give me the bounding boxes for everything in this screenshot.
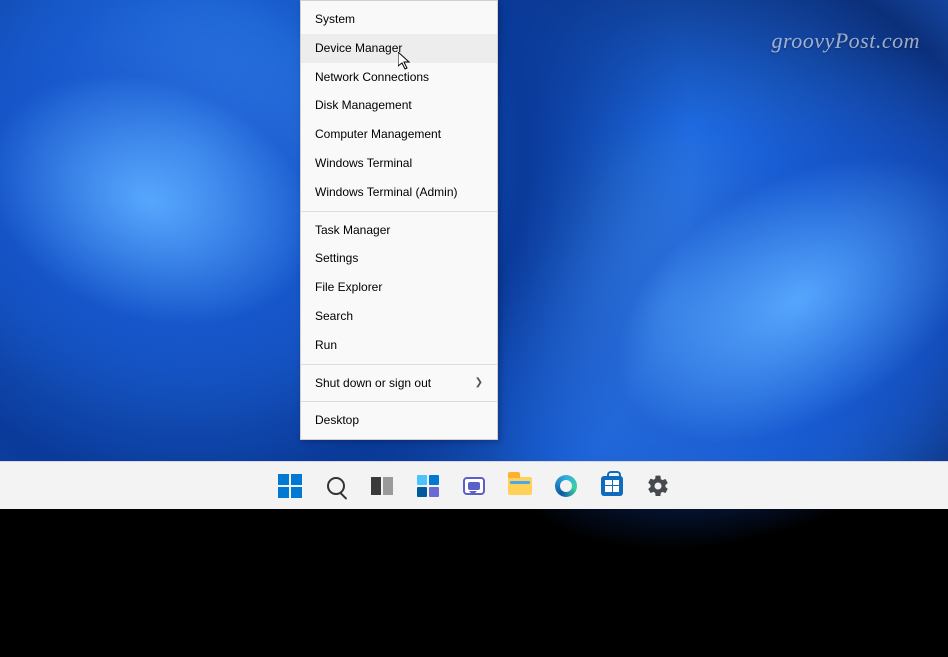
windows-logo-icon bbox=[278, 474, 302, 498]
settings-button[interactable] bbox=[638, 466, 678, 506]
watermark-text: groovyPost.com bbox=[771, 28, 920, 54]
chevron-right-icon: ❯ bbox=[475, 376, 483, 390]
menu-label: Search bbox=[315, 308, 353, 325]
menu-separator bbox=[301, 401, 497, 402]
menu-label: Windows Terminal bbox=[315, 155, 412, 172]
folder-icon bbox=[508, 477, 532, 495]
menu-item-search[interactable]: Search bbox=[301, 302, 497, 331]
menu-separator bbox=[301, 211, 497, 212]
edge-button[interactable] bbox=[546, 466, 586, 506]
menu-item-desktop[interactable]: Desktop bbox=[301, 406, 497, 435]
menu-label: Settings bbox=[315, 250, 358, 267]
edge-icon bbox=[555, 475, 577, 497]
chat-button[interactable] bbox=[454, 466, 494, 506]
search-button[interactable] bbox=[316, 466, 356, 506]
menu-label: Desktop bbox=[315, 412, 359, 429]
file-explorer-button[interactable] bbox=[500, 466, 540, 506]
search-icon bbox=[327, 477, 345, 495]
menu-label: Windows Terminal (Admin) bbox=[315, 184, 457, 201]
menu-item-windows-terminal-admin[interactable]: Windows Terminal (Admin) bbox=[301, 178, 497, 207]
menu-label: Disk Management bbox=[315, 97, 412, 114]
widgets-icon bbox=[417, 475, 439, 497]
task-view-button[interactable] bbox=[362, 466, 402, 506]
winx-context-menu: System Device Manager Network Connection… bbox=[300, 0, 498, 440]
menu-item-shutdown-signout[interactable]: Shut down or sign out ❯ bbox=[301, 369, 497, 398]
menu-item-network-connections[interactable]: Network Connections bbox=[301, 63, 497, 92]
menu-separator bbox=[301, 364, 497, 365]
menu-label: Task Manager bbox=[315, 222, 390, 239]
start-button[interactable] bbox=[270, 466, 310, 506]
menu-item-disk-management[interactable]: Disk Management bbox=[301, 91, 497, 120]
menu-label: Computer Management bbox=[315, 126, 441, 143]
menu-label: Run bbox=[315, 337, 337, 354]
menu-label: Network Connections bbox=[315, 69, 429, 86]
menu-item-file-explorer[interactable]: File Explorer bbox=[301, 273, 497, 302]
menu-item-settings[interactable]: Settings bbox=[301, 244, 497, 273]
menu-label: Shut down or sign out bbox=[315, 375, 431, 392]
taskbar bbox=[0, 461, 948, 509]
menu-item-windows-terminal[interactable]: Windows Terminal bbox=[301, 149, 497, 178]
menu-label: File Explorer bbox=[315, 279, 382, 296]
gear-icon bbox=[646, 474, 670, 498]
menu-item-run[interactable]: Run bbox=[301, 331, 497, 360]
task-view-icon bbox=[371, 477, 393, 495]
menu-item-device-manager[interactable]: Device Manager bbox=[301, 34, 497, 63]
chat-icon bbox=[463, 477, 485, 495]
widgets-button[interactable] bbox=[408, 466, 448, 506]
menu-item-system[interactable]: System bbox=[301, 5, 497, 34]
menu-item-computer-management[interactable]: Computer Management bbox=[301, 120, 497, 149]
menu-item-task-manager[interactable]: Task Manager bbox=[301, 216, 497, 245]
menu-label: System bbox=[315, 11, 355, 28]
store-button[interactable] bbox=[592, 466, 632, 506]
menu-label: Device Manager bbox=[315, 40, 402, 57]
store-icon bbox=[601, 476, 623, 496]
